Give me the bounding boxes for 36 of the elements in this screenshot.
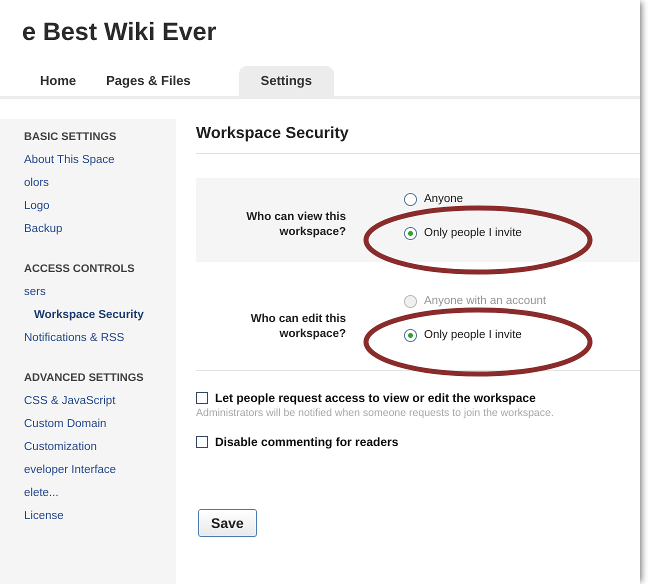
sidebar-link[interactable]: olors	[24, 172, 49, 195]
hint-text: Administrators will be notified when someone requests to join the workspace.	[196, 407, 555, 419]
question-label: Who can view this workspace?	[245, 210, 346, 240]
radio-label: Anyone	[424, 192, 464, 206]
nav-tab[interactable]: Home	[28, 66, 88, 96]
radio-label: Only people I invite	[424, 226, 522, 240]
sidebar-link[interactable]: Customization	[24, 436, 97, 459]
sidebar-link[interactable]: About This Space	[24, 149, 115, 172]
sidebar-link[interactable]: elete...	[24, 482, 59, 505]
radio-button[interactable]	[404, 226, 417, 240]
page-heading: Workspace Security	[196, 125, 640, 154]
section-heading: ACCESS CONTROLS	[24, 263, 135, 275]
sidebar-link[interactable]: Workspace Security	[24, 304, 144, 327]
radio-label: Only people I invite	[424, 328, 522, 342]
sidebar-link[interactable]: eveloper Interface	[24, 459, 116, 482]
sidebar-link[interactable]: sers	[24, 281, 46, 304]
checkbox-label: Let people request access to view or edit the workspace	[215, 391, 536, 405]
sidebar-link[interactable]: Logo	[24, 195, 50, 218]
nav-tab[interactable]: Pages & Files	[94, 66, 203, 96]
save-button[interactable]: Save	[198, 509, 257, 537]
section-heading: BASIC SETTINGS	[24, 131, 116, 143]
radio-label: Anyone with an account	[424, 294, 546, 308]
site-title: e Best Wiki Ever	[21, 17, 218, 48]
sidebar-link[interactable]: CSS & JavaScript	[24, 390, 116, 413]
checkbox[interactable]	[196, 436, 208, 448]
sidebar-link[interactable]: Backup	[24, 218, 62, 241]
radio-button[interactable]	[404, 328, 417, 342]
sidebar-link[interactable]: Notifications & RSS	[24, 327, 124, 350]
question-label: Who can edit this workspace?	[250, 312, 346, 342]
sidebar-link[interactable]: License	[24, 505, 64, 528]
section-heading: ADVANCED SETTINGS	[24, 372, 144, 384]
checkbox-label: Disable commenting for readers	[215, 435, 398, 449]
checkbox[interactable]	[196, 392, 208, 404]
sidebar-link[interactable]: Custom Domain	[24, 413, 106, 436]
nav-tab[interactable]: Settings	[238, 66, 334, 96]
radio-button[interactable]	[404, 192, 417, 206]
